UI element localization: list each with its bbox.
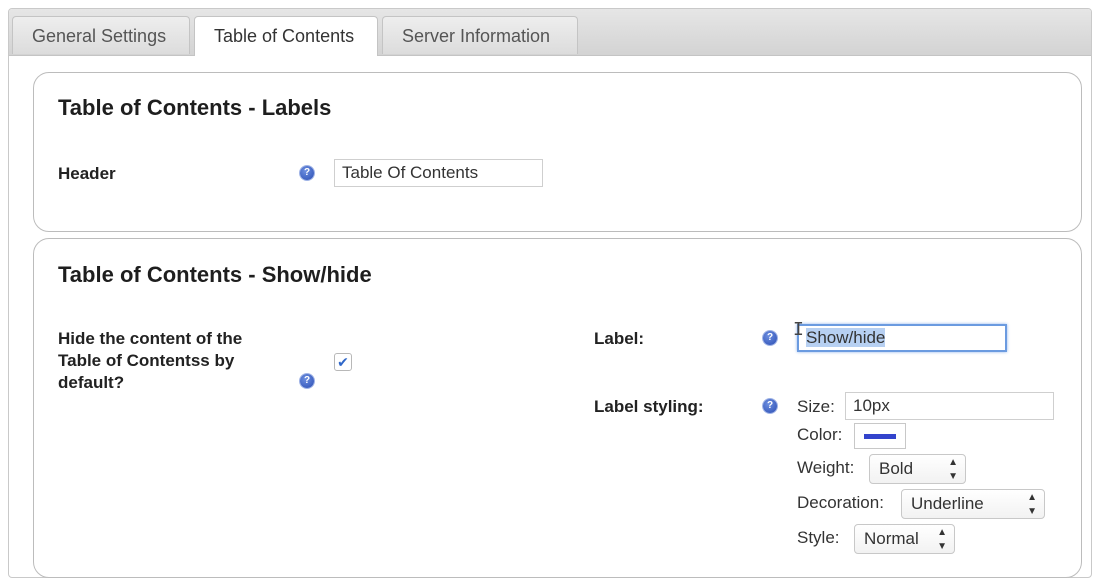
tab-server-information[interactable]: Server Information bbox=[382, 16, 578, 54]
color-picker[interactable] bbox=[854, 423, 906, 449]
tab-table-of-contents[interactable]: Table of Contents bbox=[194, 16, 378, 56]
header-input[interactable]: Table Of Contents bbox=[334, 159, 543, 187]
color-swatch bbox=[864, 434, 896, 439]
help-icon[interactable]: ? bbox=[300, 374, 314, 388]
size-label: Size: bbox=[797, 397, 835, 416]
showhide-panel-title: Table of Contents - Show/hide bbox=[58, 262, 372, 287]
label-styling-label: Label styling: bbox=[594, 397, 704, 416]
select-arrows-icon: ▲ ▼ bbox=[937, 527, 947, 552]
style-label: Style: bbox=[797, 528, 840, 547]
showhide-panel: Table of Contents - Show/hide Hide the c… bbox=[33, 238, 1082, 578]
header-label: Header bbox=[58, 164, 116, 183]
label-field-label: Label: bbox=[594, 329, 645, 348]
color-label: Color: bbox=[797, 425, 843, 444]
size-input[interactable]: 10px bbox=[845, 392, 1054, 420]
select-arrows-icon: ▲ ▼ bbox=[948, 457, 958, 482]
select-arrows-icon: ▲ ▼ bbox=[1027, 492, 1037, 517]
tab-general-settings[interactable]: General Settings bbox=[12, 16, 190, 54]
checkmark-icon: ✔ bbox=[337, 354, 349, 370]
hide-content-checkbox[interactable]: ✔ bbox=[334, 353, 352, 371]
decoration-select[interactable]: Underline ▲ ▼ bbox=[901, 489, 1045, 519]
help-icon[interactable]: ? bbox=[763, 331, 777, 345]
style-select-value: Normal bbox=[864, 529, 919, 548]
tab-bar: General Settings Table of Contents Serve… bbox=[9, 9, 1091, 56]
hide-content-label: Hide the content of the Table of Content… bbox=[58, 329, 243, 392]
help-icon[interactable]: ? bbox=[763, 399, 777, 413]
weight-label: Weight: bbox=[797, 458, 855, 477]
text-cursor-icon: I bbox=[793, 319, 804, 340]
weight-select[interactable]: Bold ▲ ▼ bbox=[869, 454, 966, 484]
help-icon[interactable]: ? bbox=[300, 166, 314, 180]
selected-label-text: Show/hide bbox=[806, 328, 886, 347]
labels-panel: Table of Contents - Labels Header ? Tabl… bbox=[33, 72, 1082, 232]
decoration-label: Decoration: bbox=[797, 493, 884, 512]
labels-panel-title: Table of Contents - Labels bbox=[58, 95, 332, 120]
weight-select-value: Bold bbox=[879, 459, 914, 478]
label-input[interactable]: Show/hide bbox=[797, 324, 1007, 352]
decoration-select-value: Underline bbox=[911, 494, 984, 513]
style-select[interactable]: Normal ▲ ▼ bbox=[854, 524, 955, 554]
